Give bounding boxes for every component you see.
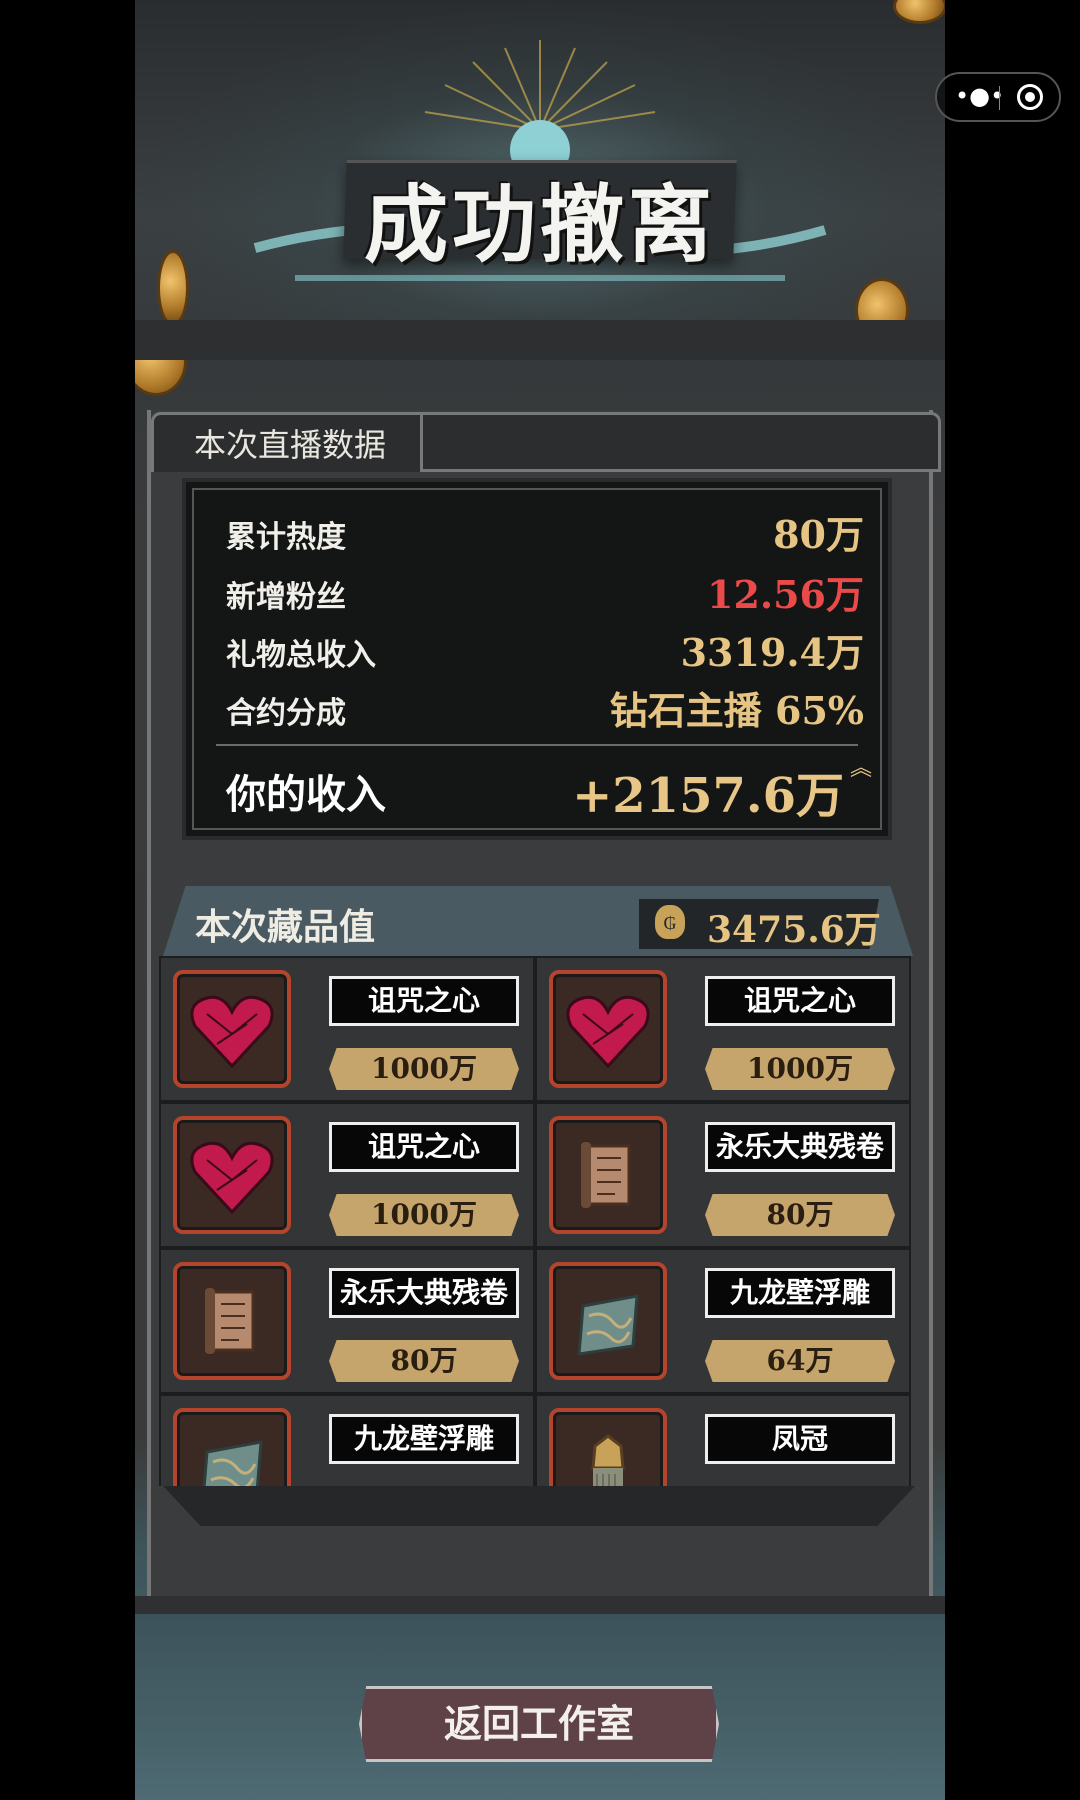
collection-item[interactable]: 诅咒之心 1000万	[537, 958, 909, 1100]
stat-value: 80万	[773, 512, 864, 557]
income-label: 你的收入	[226, 771, 386, 818]
stat-value: 钻石主播 65%	[609, 688, 864, 733]
item-name: 诅咒之心	[329, 1122, 519, 1172]
cursed-heart-icon	[173, 1116, 291, 1234]
collection-item[interactable]: 凤冠	[537, 1396, 909, 1486]
more-icon[interactable]: •●•	[955, 82, 1004, 110]
collection-item[interactable]: 九龙壁浮雕	[161, 1396, 533, 1486]
game-screen: 成功撤离 本次直播数据 累计热度 80万 新增粉丝 12.56万 礼物总收入 3…	[135, 0, 945, 1800]
collection-grid[interactable]: 诅咒之心 1000万 诅咒之心 1000万 诅咒之心 1000万 永乐大典残卷 …	[159, 956, 911, 1486]
page-title: 成功撤离	[363, 175, 716, 274]
collection-total-value: 3475.6万	[707, 909, 881, 951]
divider	[999, 86, 1000, 110]
stat-row-heat: 累计热度 80万	[226, 504, 864, 557]
money-bag-icon: ₲	[655, 905, 685, 939]
item-name: 永乐大典残卷	[705, 1122, 895, 1172]
tab-stream-data[interactable]: 本次直播数据	[151, 412, 423, 472]
item-name: 诅咒之心	[329, 976, 519, 1026]
item-value: 80万	[705, 1194, 895, 1236]
return-to-studio-button[interactable]: 返回工作室	[359, 1686, 719, 1762]
collection-item[interactable]: 诅咒之心 1000万	[161, 1104, 533, 1246]
scroll-icon	[173, 1262, 291, 1380]
stat-value: 3319.4万	[680, 630, 864, 675]
stat-value: 12.56万	[707, 572, 864, 617]
item-value: 80万	[329, 1340, 519, 1382]
collection-item[interactable]: 诅咒之心 1000万	[161, 958, 533, 1100]
scroll-icon	[549, 1116, 667, 1234]
double-chevron-up-icon: ︽	[849, 756, 872, 781]
collection-grid-footer	[163, 1486, 915, 1526]
item-value: 1000万	[705, 1048, 895, 1090]
stat-label: 新增粉丝	[226, 580, 346, 615]
collection-item[interactable]: 永乐大典残卷 80万	[537, 1104, 909, 1246]
item-value: 64万	[705, 1340, 895, 1382]
income-value: +2157.6万	[572, 768, 844, 824]
item-value: 1000万	[329, 1194, 519, 1236]
stream-stats-box: 累计热度 80万 新增粉丝 12.56万 礼物总收入 3319.4万 合约分成 …	[182, 478, 892, 840]
mini-program-capsule: •●•	[935, 72, 1061, 122]
collection-title: 本次藏品值	[195, 906, 376, 948]
relief-tile-icon	[173, 1408, 291, 1486]
item-name: 凤冠	[705, 1414, 895, 1464]
stat-row-contract-share: 合约分成 钻石主播 65%	[226, 680, 864, 733]
cursed-heart-icon	[173, 970, 291, 1088]
relief-tile-icon	[549, 1262, 667, 1380]
close-target-icon[interactable]	[1017, 84, 1043, 110]
item-name: 诅咒之心	[705, 976, 895, 1026]
stat-label: 礼物总收入	[226, 638, 376, 673]
stat-label: 合约分成	[226, 696, 346, 731]
item-name: 永乐大典残卷	[329, 1268, 519, 1318]
divider	[216, 744, 858, 746]
ridge-divider	[135, 320, 945, 360]
item-name: 九龙壁浮雕	[329, 1414, 519, 1464]
item-value: 1000万	[329, 1048, 519, 1090]
collection-item[interactable]: 九龙壁浮雕 64万	[537, 1250, 909, 1392]
collection-item[interactable]: 永乐大典残卷 80万	[161, 1250, 533, 1392]
item-name: 九龙壁浮雕	[705, 1268, 895, 1318]
cursed-heart-icon	[549, 970, 667, 1088]
stat-row-gift-income: 礼物总收入 3319.4万	[226, 622, 864, 675]
phoenix-crown-icon	[549, 1408, 667, 1486]
stat-label: 累计热度	[226, 520, 346, 555]
stat-row-new-fans: 新增粉丝 12.56万	[226, 564, 864, 617]
